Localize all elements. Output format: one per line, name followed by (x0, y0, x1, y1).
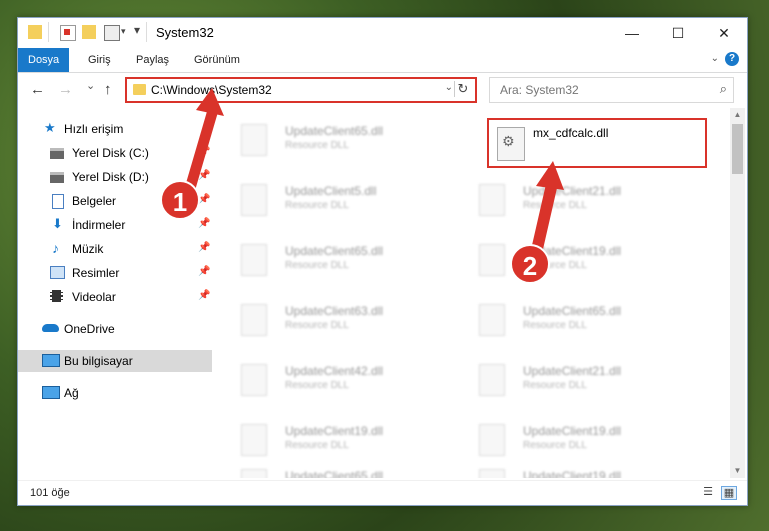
annotation-arrows (184, 88, 564, 258)
arrow-2-head (536, 161, 564, 190)
arrow-1-head (196, 88, 224, 116)
step-1-badge: 1 (160, 180, 200, 220)
arrow-1 (184, 108, 218, 194)
step-2-badge: 2 (510, 244, 550, 284)
